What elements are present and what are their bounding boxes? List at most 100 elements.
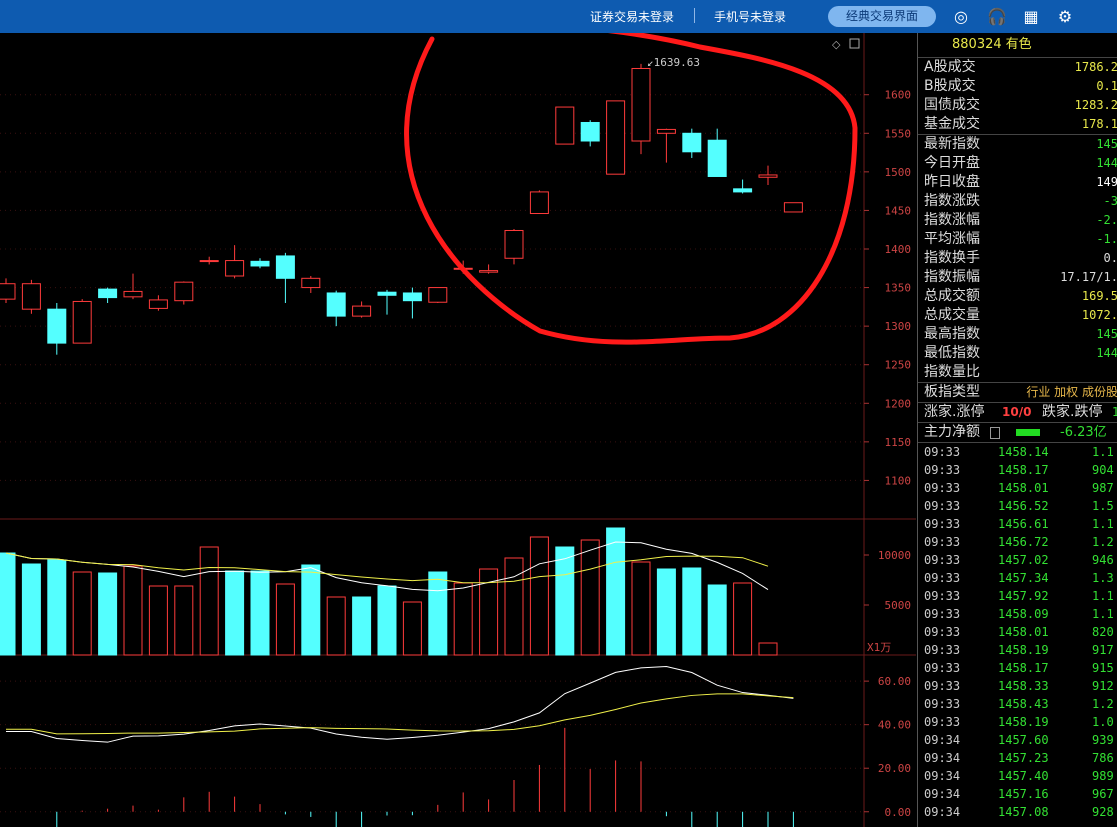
- volume-bar: [47, 559, 67, 656]
- volume-tick-label: 10000: [878, 549, 911, 562]
- stat-value: 1786.2: [1074, 60, 1117, 74]
- volume-bar: [682, 567, 702, 656]
- headset-icon[interactable]: 🎧: [986, 6, 1008, 28]
- candle-body: [529, 191, 549, 215]
- tick-volume: 987: [1092, 481, 1114, 495]
- stat-value: 0.: [1103, 251, 1117, 265]
- volume-bar: [758, 642, 778, 656]
- stat-row: 总成交额 169.5: [918, 287, 1117, 306]
- spiral-logo-icon[interactable]: ◎: [950, 6, 972, 28]
- stat-row: 昨日收盘 149: [918, 173, 1117, 192]
- tick-volume: 786: [1092, 751, 1114, 765]
- tick-volume: 1.3: [1092, 571, 1114, 585]
- tick-price: 1458.19: [998, 715, 1049, 729]
- tick-volume: 946: [1092, 553, 1114, 567]
- tick-price: 1457.34: [998, 571, 1049, 585]
- volume-bar: [174, 585, 194, 656]
- volume-ma-line: [5, 552, 769, 584]
- price-tick-label: 1550: [885, 127, 912, 140]
- indicator-tick-label: 40.00: [878, 719, 911, 732]
- stat-row: A股成交 1786.2: [918, 58, 1117, 77]
- grid-icon[interactable]: ▦: [1020, 6, 1042, 28]
- gear-icon[interactable]: ⚙: [1054, 6, 1076, 28]
- stat-row: 最高指数 145: [918, 325, 1117, 344]
- annotation-circle: [404, 33, 858, 345]
- indicator-tick-label: 0.00: [885, 806, 912, 819]
- stat-label: 指数振幅: [924, 269, 980, 285]
- stat-row: 今日开盘 144: [918, 154, 1117, 173]
- tick-volume: 989: [1092, 769, 1114, 783]
- board-type-label: 板指类型: [924, 384, 980, 400]
- stat-row: 指数振幅 17.17/1.: [918, 268, 1117, 287]
- price-tick-label: 1100: [885, 474, 912, 487]
- tick-price: 1457.60: [998, 733, 1049, 747]
- tick-time: 09:33: [924, 571, 961, 585]
- stat-value: 1283.2: [1074, 98, 1117, 112]
- stat-label: 指数涨幅: [924, 212, 980, 228]
- toggle-icon: [849, 38, 860, 49]
- volume-bar: [504, 557, 524, 656]
- price-tick-label: 1600: [885, 89, 912, 102]
- tick-volume: 1.1: [1092, 589, 1114, 603]
- tick-volume: 928: [1092, 805, 1114, 819]
- index-header: 880324 有色: [918, 33, 1117, 57]
- kline-chart[interactable]: ◇ 1600 1550 1500 1450 1400 1350 1300 1250 1200 115…: [0, 33, 916, 827]
- stat-value: 17.17/1.: [1060, 270, 1117, 284]
- volume-ma-line: [5, 541, 769, 592]
- tick-time: 09:34: [924, 805, 961, 819]
- stat-value: -3: [1103, 194, 1117, 208]
- tick-volume: 1.1: [1092, 517, 1114, 531]
- stat-value: -1.: [1096, 232, 1117, 246]
- tick-price: 1457.23: [998, 751, 1049, 765]
- tick-volume: 967: [1092, 787, 1114, 801]
- net-bar: [1016, 429, 1040, 436]
- indicator-tick-label: 60.00: [878, 675, 911, 688]
- price-tick-label: 1300: [885, 320, 912, 333]
- price-tick-label: 1350: [885, 282, 912, 295]
- tick-row: 09:33 1456.52 1.5: [918, 499, 1117, 517]
- tick-time: 09:34: [924, 733, 961, 747]
- volume-bar: [225, 570, 245, 656]
- tick-time: 09:33: [924, 553, 961, 567]
- volume-bar: [707, 584, 727, 656]
- board-type-value[interactable]: 行业 加权 成份股: [1026, 383, 1117, 402]
- candle-body: [47, 308, 67, 344]
- tick-row: 09:34 1457.16 967: [918, 787, 1117, 805]
- candle-body: [275, 255, 295, 279]
- tick-time: 09:33: [924, 481, 961, 495]
- tick-time: 09:33: [924, 679, 961, 693]
- tick-time: 09:33: [924, 715, 961, 729]
- candle-body: [631, 67, 651, 142]
- tick-time: 09:33: [924, 643, 961, 657]
- tick-time: 09:33: [924, 463, 961, 477]
- volume-bar: [275, 583, 295, 656]
- candle-body: [123, 290, 143, 298]
- toolbar-divider: [694, 8, 695, 23]
- tick-price: 1457.02: [998, 553, 1049, 567]
- tick-volume: 912: [1092, 679, 1114, 693]
- tick-row: 09:33 1458.17 915: [918, 661, 1117, 679]
- volume-bar: [148, 585, 168, 656]
- tick-price: 1457.16: [998, 787, 1049, 801]
- volume-bar: [72, 571, 92, 656]
- stat-label: 最低指数: [924, 345, 980, 361]
- stat-value: 149: [1096, 175, 1117, 189]
- stat-label: 指数换手: [924, 250, 980, 266]
- candle-body: [606, 100, 626, 175]
- tick-row: 09:33 1458.19 917: [918, 643, 1117, 661]
- indicator-line: [6, 666, 794, 743]
- tick-row: 09:33 1458.09 1.1: [918, 607, 1117, 625]
- tick-row: 09:33 1458.19 1.0: [918, 715, 1117, 733]
- tick-time: 09:34: [924, 787, 961, 801]
- stat-value: -2.: [1096, 213, 1117, 227]
- volume-tick-label: 5000: [885, 599, 912, 612]
- broker-login-link[interactable]: 证券交易未登录: [590, 8, 674, 25]
- phone-login-link[interactable]: 手机号未登录: [714, 8, 786, 25]
- tick-time: 09:33: [924, 517, 961, 531]
- tick-price: 1456.52: [998, 499, 1049, 513]
- volume-bar: [580, 539, 600, 656]
- tick-price: 1458.01: [998, 481, 1049, 495]
- classic-trade-button[interactable]: 经典交易界面: [828, 6, 936, 27]
- indicator-line: [6, 693, 794, 735]
- doc-icon[interactable]: [990, 427, 1000, 439]
